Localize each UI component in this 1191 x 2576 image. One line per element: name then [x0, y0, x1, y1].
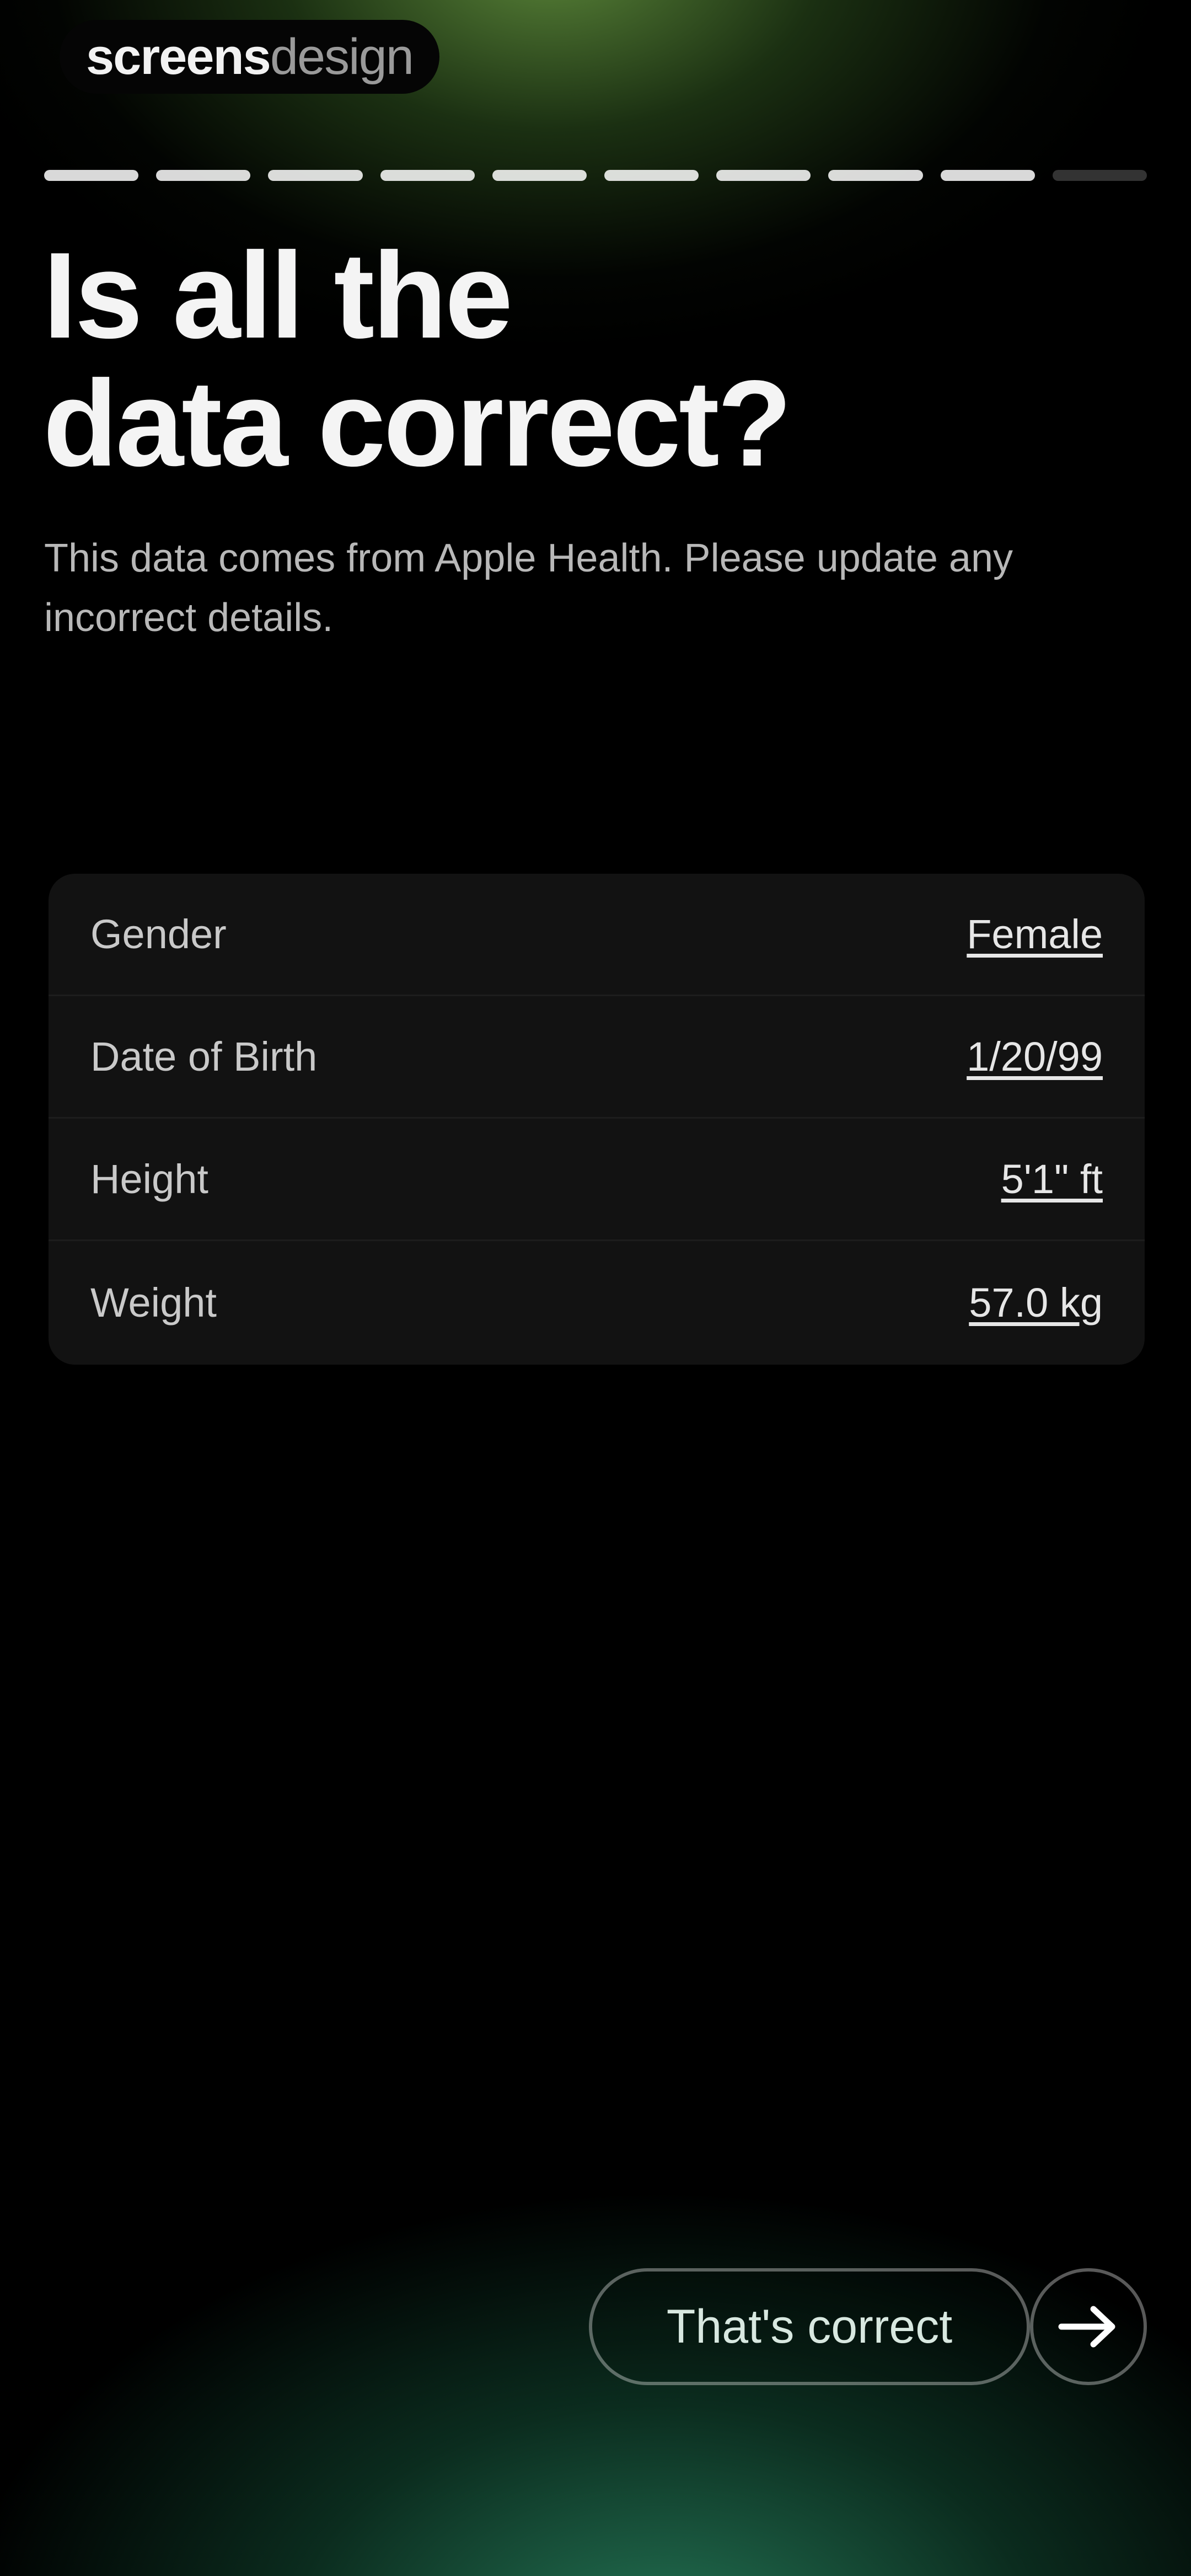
progress-segment [156, 170, 251, 181]
step-progress-bar [44, 170, 1147, 181]
detail-value-link[interactable]: 1/20/99 [967, 1033, 1103, 1080]
arrow-right-icon [1058, 2306, 1115, 2348]
detail-label: Date of Birth [90, 1034, 318, 1079]
progress-segment [44, 170, 139, 181]
progress-segment [492, 170, 587, 181]
page-title: Is all the data correct? [43, 232, 1091, 488]
confirm-button[interactable]: That's correct [589, 2268, 1030, 2385]
progress-segment [380, 170, 475, 181]
page-title-line2: data correct? [43, 355, 792, 492]
page-subtitle: This data comes from Apple Health. Pleas… [44, 536, 1013, 640]
page-title-line1: Is all the [43, 227, 513, 364]
detail-row-date-of-birth[interactable]: Date of Birth 1/20/99 [49, 996, 1145, 1119]
detail-value-link[interactable]: 57.0 kg [969, 1279, 1103, 1326]
detail-value-link[interactable]: Female [967, 911, 1103, 958]
health-details-card: Gender Female Date of Birth 1/20/99 Heig… [49, 874, 1145, 1365]
detail-row-height[interactable]: Height 5'1" ft [49, 1119, 1145, 1241]
detail-label: Height [90, 1156, 208, 1202]
next-button[interactable] [1030, 2268, 1147, 2385]
progress-segment [1052, 170, 1147, 181]
detail-row-gender[interactable]: Gender Female [49, 874, 1145, 996]
progress-segment [828, 170, 923, 181]
brand-logo-part2: design [270, 28, 414, 85]
detail-row-weight[interactable]: Weight 57.0 kg [49, 1241, 1145, 1364]
brand-logo-part1: screens [86, 28, 271, 85]
progress-segment [940, 170, 1035, 181]
progress-segment [716, 170, 811, 181]
detail-label: Weight [90, 1279, 217, 1326]
progress-segment [604, 170, 699, 181]
detail-value-link[interactable]: 5'1" ft [1001, 1156, 1103, 1203]
brand-logo: screens design [60, 20, 439, 94]
progress-segment [268, 170, 363, 181]
detail-label: Gender [90, 911, 227, 957]
